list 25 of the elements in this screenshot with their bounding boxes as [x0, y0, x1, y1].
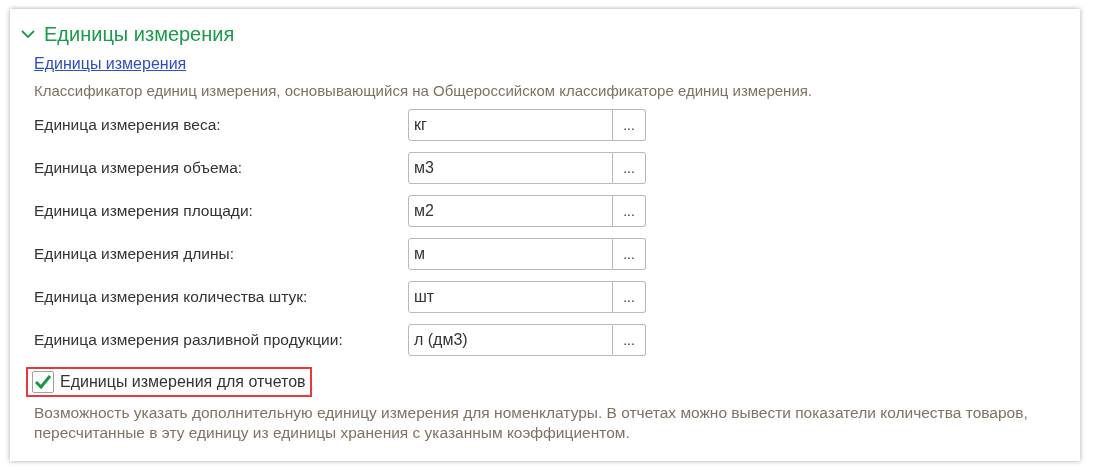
- unit-field[interactable]: кг: [408, 109, 613, 141]
- select-button[interactable]: ...: [613, 195, 646, 227]
- section-description: Классификатор единиц измерения, основывающийся на Общероссийском классификаторе единиц измерения.: [34, 82, 814, 99]
- field-label: Единица измерения площади:: [34, 202, 254, 220]
- field-label: Единица измерения количества штук:: [34, 288, 309, 306]
- select-button[interactable]: ...: [613, 109, 646, 141]
- select-button[interactable]: ...: [613, 238, 646, 270]
- units-link[interactable]: Единицы измерения: [34, 55, 187, 73]
- option-description: Возможность указать дополнительную единицу измерения для номенклатуры. В отчетах можно вывести показатели количества товаров, пересчитанные в эту единицу из единицы хранения с указанным коэффициентом.: [34, 403, 1029, 443]
- chevron-icon: [21, 29, 35, 39]
- field-label: Единица измерения веса:: [34, 116, 222, 134]
- unit-field[interactable]: шт: [408, 281, 613, 313]
- select-button[interactable]: ...: [613, 324, 646, 356]
- checkbox-label: Единицы измерения для отчетов: [60, 373, 306, 391]
- report-units-checkbox[interactable]: [32, 371, 54, 393]
- select-button[interactable]: ...: [613, 152, 646, 184]
- field-label: Единица измерения длины:: [34, 245, 236, 263]
- field-label: Единица измерения разливной продукции:: [34, 331, 344, 349]
- section-title: Единицы измерения: [44, 22, 235, 46]
- select-button[interactable]: ...: [613, 281, 646, 313]
- unit-field[interactable]: м2: [408, 195, 613, 227]
- field-label: Единица измерения объема:: [34, 159, 244, 177]
- unit-field[interactable]: м: [408, 238, 613, 270]
- unit-field[interactable]: л (дм3): [408, 324, 613, 356]
- unit-field[interactable]: м3: [408, 152, 613, 184]
